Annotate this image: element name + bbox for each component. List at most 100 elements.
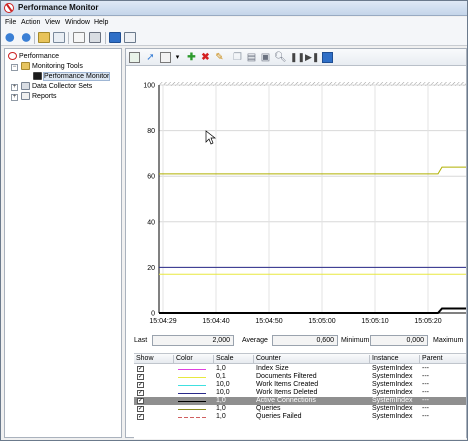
x-tick-label: 15:04:50 xyxy=(255,318,282,325)
change-graph-type-icon[interactable] xyxy=(160,52,171,63)
forward-arrow-icon[interactable] xyxy=(19,32,31,43)
tree-item-monitoring-tools[interactable]: Monitoring Tools xyxy=(21,62,83,72)
view-log-data-icon[interactable]: ➚ xyxy=(145,52,156,63)
color-swatch xyxy=(178,393,206,394)
average-value: 0,600 xyxy=(272,335,338,346)
show-checkbox[interactable]: ✓ xyxy=(137,390,144,396)
tree-item-performance[interactable]: Performance xyxy=(8,52,59,62)
expand-expander-icon[interactable]: + xyxy=(11,84,18,91)
copy-properties-icon[interactable]: ❐ xyxy=(232,52,243,63)
last-label: Last xyxy=(134,337,148,344)
average-label: Average xyxy=(242,337,268,344)
show-checkbox[interactable]: ✓ xyxy=(137,366,144,372)
line-chart: 100 80 60 40 20 015:04:29 15:04:40 15:04:50 15:0… xyxy=(143,82,466,325)
freeze-display-pause-icon[interactable]: ❚❚ xyxy=(290,52,305,63)
statistics-bar: Last 2,000 Average 0,600 Minimum 0,000 M… xyxy=(126,335,466,347)
cell-instance: SystemIndex xyxy=(372,413,413,420)
show-hide-console-tree-icon[interactable] xyxy=(53,32,65,43)
y-tick-label: 80 xyxy=(147,128,155,135)
table-row[interactable]: ✓ 1,0 Queries Failed SystemIndex --- xyxy=(134,413,466,421)
show-checkbox[interactable]: ✓ xyxy=(137,374,144,380)
y-tick-label: 0 xyxy=(151,311,155,318)
column-scale[interactable]: Scale xyxy=(214,355,254,364)
table-row[interactable]: ✓ 1,0 Active Connections SystemIndex --- xyxy=(134,397,466,405)
show-hide-action-pane-icon[interactable] xyxy=(124,32,136,43)
cell-instance: SystemIndex xyxy=(372,381,413,388)
minimum-value: 0,000 xyxy=(370,335,428,346)
properties-icon[interactable]: ▣ xyxy=(260,52,271,63)
column-color[interactable]: Color xyxy=(174,355,214,364)
table-row[interactable]: ✓ 1,0 Index Size SystemIndex --- xyxy=(134,365,466,373)
update-data-step-icon[interactable]: ▶❚ xyxy=(305,52,319,63)
menu-bar: File Action View Window Help xyxy=(1,17,467,30)
add-counter-icon[interactable]: ✚ xyxy=(186,52,197,63)
table-row[interactable]: ✓ 10,0 Work Items Deleted SystemIndex --- xyxy=(134,389,466,397)
export-list-icon[interactable] xyxy=(89,32,101,43)
cell-parent: --- xyxy=(422,373,429,380)
maximum-label: Maximum xyxy=(433,337,464,344)
expand-expander-icon[interactable]: + xyxy=(11,94,18,101)
menu-window[interactable]: Window xyxy=(65,19,90,26)
cell-parent: --- xyxy=(422,413,429,420)
help-icon[interactable] xyxy=(322,52,333,63)
series-line xyxy=(159,166,466,175)
toolbar-separator xyxy=(68,32,69,44)
cell-scale: 0,1 xyxy=(216,373,226,380)
column-parent[interactable]: Parent xyxy=(420,355,466,364)
delete-counter-icon[interactable]: ✖ xyxy=(200,52,211,63)
y-tick-label: 40 xyxy=(147,219,155,226)
table-row[interactable]: ✓ 1,0 Queries SystemIndex --- xyxy=(134,405,466,413)
menu-file[interactable]: File xyxy=(5,19,16,26)
help-icon[interactable] xyxy=(109,32,121,43)
x-tick-label: 15:04:29 xyxy=(149,318,176,325)
folder-icon xyxy=(21,62,30,71)
column-show[interactable]: Show xyxy=(134,355,174,364)
x-tick-label: 15:05:00 xyxy=(308,318,335,325)
performance-monitor-toolbar: ➚ ▾ ✚ ✖ ✎ ❐ ▤ ▣ 🔍︎ ❚❚ ▶❚ xyxy=(126,49,466,66)
back-arrow-icon[interactable] xyxy=(5,32,17,43)
y-tick-label: 100 xyxy=(143,83,155,90)
paste-counter-list-icon[interactable]: ▤ xyxy=(246,52,257,63)
highlight-pencil-icon[interactable]: ✎ xyxy=(214,52,225,63)
table-row[interactable]: ✓ 10,0 Work Items Created SystemIndex --- xyxy=(134,381,466,389)
chevron-down-icon[interactable]: ▾ xyxy=(172,52,183,63)
cell-parent: --- xyxy=(422,405,429,412)
minimum-label: Minimum xyxy=(341,337,370,344)
y-tick-label: 20 xyxy=(147,265,155,272)
last-value: 2,000 xyxy=(152,335,234,346)
counter-legend-table: Show Color Scale Counter Instance Parent… xyxy=(134,353,466,439)
up-folder-icon[interactable] xyxy=(38,32,50,43)
tree-item-reports[interactable]: Reports xyxy=(21,92,57,102)
x-tick-label: 15:05:20 xyxy=(414,318,441,325)
cell-scale: 1,0 xyxy=(216,397,226,404)
table-row[interactable]: ✓ 0,1 Documents Filtered SystemIndex --- xyxy=(134,373,466,381)
cell-parent: --- xyxy=(422,397,429,404)
column-counter[interactable]: Counter xyxy=(254,355,370,364)
collapse-expander-icon[interactable]: − xyxy=(11,64,18,71)
menu-action[interactable]: Action xyxy=(21,19,40,26)
tree-item-performance-monitor[interactable]: Performance Monitor xyxy=(33,72,111,82)
performance-monitor-window: Performance Monitor File Action View Win… xyxy=(0,0,468,441)
series-line xyxy=(159,307,466,314)
cell-parent: --- xyxy=(422,381,429,388)
column-instance[interactable]: Instance xyxy=(370,355,420,364)
menu-view[interactable]: View xyxy=(45,19,60,26)
show-checkbox[interactable]: ✓ xyxy=(137,398,144,404)
show-checkbox[interactable]: ✓ xyxy=(137,382,144,388)
perfmon-app-icon xyxy=(4,3,14,13)
window-title: Performance Monitor xyxy=(18,3,99,12)
tree-item-data-collector-sets[interactable]: Data Collector Sets xyxy=(21,82,92,92)
performance-monitor-chart-icon xyxy=(33,72,42,81)
color-swatch xyxy=(178,385,206,386)
show-checkbox[interactable]: ✓ xyxy=(137,406,144,412)
show-checkbox[interactable]: ✓ xyxy=(137,414,144,420)
zoom-icon[interactable]: 🔍︎ xyxy=(274,52,287,63)
cell-instance: SystemIndex xyxy=(372,397,413,404)
table-header: Show Color Scale Counter Instance Parent xyxy=(134,354,466,364)
y-tick-label: 60 xyxy=(147,174,155,181)
cell-scale: 1,0 xyxy=(216,365,226,372)
properties-icon[interactable] xyxy=(73,32,85,43)
menu-help[interactable]: Help xyxy=(94,19,108,26)
view-current-activity-icon[interactable] xyxy=(129,52,140,63)
color-swatch xyxy=(178,401,206,402)
